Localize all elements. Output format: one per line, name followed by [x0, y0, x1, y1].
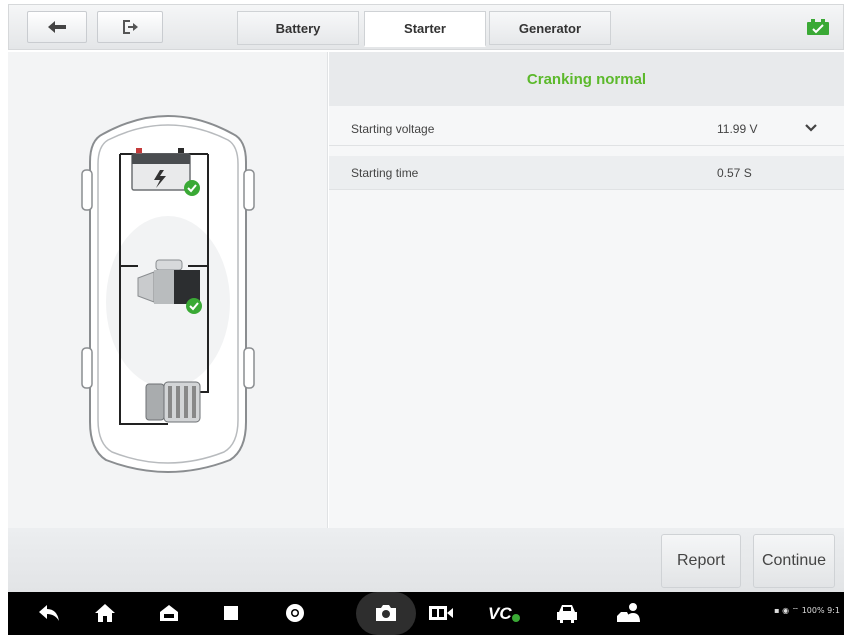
report-button[interactable]: Report — [661, 534, 741, 588]
car-icon — [557, 605, 577, 623]
nav-vci-button[interactable]: VC — [486, 600, 522, 626]
screen-record-icon — [429, 606, 453, 620]
car-home-icon — [160, 605, 178, 621]
nav-recent-apps-button[interactable] — [218, 600, 244, 626]
battery-icon — [131, 148, 191, 191]
tab-starter[interactable]: Starter — [364, 11, 486, 47]
result-row-starting-time: Starting time 0.57 S — [329, 156, 844, 190]
nav-home-button[interactable] — [92, 600, 118, 626]
vci-icon: VC — [488, 604, 520, 623]
generator-icon — [145, 381, 201, 423]
back-button[interactable] — [27, 11, 87, 43]
tab-battery[interactable]: Battery — [237, 11, 359, 45]
nav-screen-record-button[interactable] — [428, 600, 454, 626]
top-toolbar: Battery Starter Generator — [8, 4, 844, 50]
chrome-icon — [286, 604, 304, 622]
camera-icon — [376, 605, 396, 621]
starter-check-badge-icon — [186, 298, 202, 314]
tab-generator[interactable]: Generator — [489, 11, 611, 45]
row-value: 11.99 V — [717, 122, 758, 136]
nav-camera-button[interactable] — [373, 600, 399, 626]
row-label: Starting time — [351, 166, 419, 180]
continue-button[interactable]: Continue — [753, 534, 835, 588]
battery-status-icon — [807, 19, 829, 35]
exit-button[interactable] — [97, 11, 163, 43]
technician-icon — [617, 603, 640, 622]
nav-technician-button[interactable] — [616, 600, 642, 626]
home-icon — [95, 604, 115, 622]
nav-car-button[interactable] — [554, 600, 580, 626]
nav-back-button[interactable] — [36, 600, 62, 626]
bottom-action-bar: Report Continue — [8, 528, 844, 592]
svg-text:VC: VC — [488, 604, 512, 623]
nav-car-home-button[interactable] — [156, 600, 182, 626]
nav-chrome-button[interactable] — [282, 600, 308, 626]
row-value: 0.57 S — [717, 166, 752, 180]
back-icon — [39, 605, 59, 621]
recent-apps-icon — [224, 606, 238, 620]
test-result-panel: Cranking normal Starting voltage 11.99 V… — [329, 52, 844, 528]
test-result-status: Cranking normal — [329, 52, 844, 106]
result-row-starting-voltage[interactable]: Starting voltage 11.99 V — [329, 112, 844, 146]
system-navigation-bar: VC ▪ ◉ ⌔ 100% 9:1 — [8, 592, 844, 635]
battery-check-badge-icon — [184, 180, 200, 196]
exit-icon — [123, 20, 138, 34]
status-icons: ▪ ◉ ⌔ — [774, 606, 802, 615]
back-arrow-icon — [48, 21, 66, 33]
component-diagram-panel — [8, 52, 328, 528]
chevron-down-icon[interactable] — [803, 120, 819, 136]
status-text: 100% 9:1 — [801, 606, 840, 615]
starter-circuit-diagram — [81, 115, 255, 473]
row-label: Starting voltage — [351, 122, 435, 136]
status-bar-indicators: ▪ ◉ ⌔ 100% 9:1 — [774, 606, 840, 616]
